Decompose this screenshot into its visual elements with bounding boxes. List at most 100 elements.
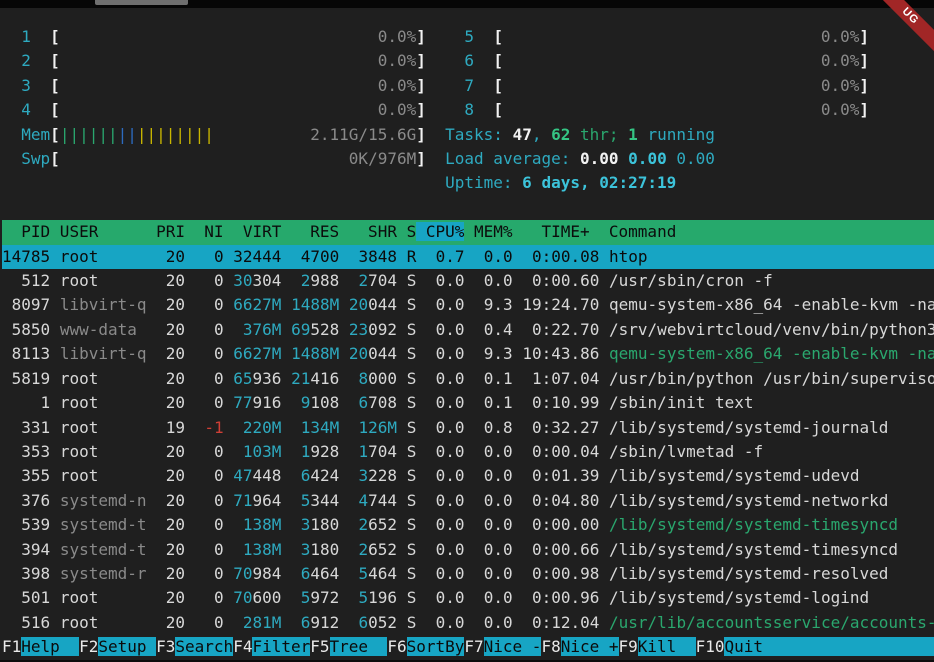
cpu-percent-cell: 0.0 — [426, 442, 465, 461]
header-line-5: Mem[|||||||||||||||| 2.11G/15.6G] Tasks:… — [2, 123, 934, 147]
process-row[interactable]: 376 systemd-n 20 0 71964 5344 4744 S 0.0… — [2, 489, 934, 513]
priority-cell: 20 — [156, 320, 185, 339]
column-header-cpu[interactable]: CPU% — [416, 222, 464, 241]
column-header-res[interactable]: RES — [281, 222, 339, 241]
mem-value-rest: 916 — [253, 393, 282, 412]
column-header-s[interactable]: S — [397, 222, 416, 241]
user-cell: systemd-t — [60, 515, 147, 534]
cpu-meter-1: 1 [ 0.0%] — [2, 27, 426, 46]
mem-value-prefix: 69 — [291, 320, 310, 339]
mem-value-prefix: 2 — [291, 271, 310, 290]
fkey-f9-kill[interactable]: F9Kill — [619, 637, 696, 656]
time-cell: 0:01.39 — [522, 466, 599, 485]
mem-value: 126M — [349, 418, 397, 437]
mem-value-rest: 344 — [310, 491, 339, 510]
cpu-percent-cell: 0.0 — [426, 613, 465, 632]
process-row[interactable]: 8097 libvirt-q 20 0 6627M 1488M 20044 S … — [2, 293, 934, 317]
column-header-pri[interactable]: PRI — [147, 222, 186, 241]
drag-handle[interactable] — [95, 0, 188, 5]
fkey-f4-filter[interactable]: F4Filter — [233, 637, 310, 656]
process-row[interactable]: 5850 www-data 20 0 376M 69528 23092 S 0.… — [2, 318, 934, 342]
process-row[interactable]: 355 root 20 0 47448 6424 3228 S 0.0 0.0 … — [2, 464, 934, 488]
mem-value-prefix: 3 — [349, 247, 368, 266]
process-row[interactable]: 5819 root 20 0 65936 21416 8000 S 0.0 0.… — [2, 367, 934, 391]
column-header-pid[interactable]: PID — [2, 222, 50, 241]
time-cell: 0:22.70 — [522, 320, 599, 339]
fkey-key-label: F8 — [541, 637, 560, 656]
column-header-virt[interactable]: VIRT — [224, 222, 282, 241]
mem-value: 1488M — [291, 344, 339, 363]
column-header-shr[interactable]: SHR — [339, 222, 397, 241]
command-cell: /lib/systemd/systemd-resolved — [609, 564, 934, 583]
command-cell: /lib/systemd/systemd-timesyncd — [609, 540, 934, 559]
meter-close-bracket: ] — [416, 76, 426, 95]
cpu-percent-cell: 0.0 — [426, 320, 465, 339]
mem-value-rest: 304 — [253, 271, 282, 290]
fkey-f2-setup[interactable]: F2Setup — [79, 637, 156, 656]
state-cell: S — [407, 540, 417, 559]
fkey-f5-tree[interactable]: F5Tree — [310, 637, 387, 656]
meter-open-bracket: [ — [50, 100, 60, 119]
cpu-percent-cell: 0.7 — [426, 247, 465, 266]
nice-cell: 0 — [195, 588, 224, 607]
column-header-cmd[interactable]: Command — [599, 222, 934, 241]
pid-cell: 8097 — [2, 295, 50, 314]
fkey-f7-nice[interactable]: F7Nice - — [464, 637, 541, 656]
fkey-action-label: Filter — [252, 637, 310, 656]
priority-cell: 20 — [156, 369, 185, 388]
nice-cell: 0 — [195, 369, 224, 388]
mem-value-prefix: 71 — [233, 491, 252, 510]
process-row[interactable]: 516 root 20 0 281M 6912 6052 S 0.0 0.0 0… — [2, 611, 934, 635]
mem-value-prefix: 6 — [291, 564, 310, 583]
process-row[interactable]: 353 root 20 0 103M 1928 1704 S 0.0 0.0 0… — [2, 440, 934, 464]
fkey-f6-sortby[interactable]: F6SortBy — [387, 637, 464, 656]
process-row[interactable]: 1 root 20 0 77916 9108 6708 S 0.0 0.1 0:… — [2, 391, 934, 415]
time-cell: 0:00.60 — [522, 271, 599, 290]
column-header-ni[interactable]: NI — [185, 222, 224, 241]
mem-value-prefix: 1 — [349, 442, 368, 461]
cpu-percent-cell: 0.0 — [426, 540, 465, 559]
meter-open-bracket: [ — [50, 125, 60, 144]
process-row[interactable]: 8113 libvirt-q 20 0 6627M 1488M 20044 S … — [2, 342, 934, 366]
mem-value-rest: 928 — [310, 442, 339, 461]
priority-cell: 20 — [156, 466, 185, 485]
process-row[interactable]: 331 root 19 -1 220M 134M 126M S 0.0 0.8 … — [2, 416, 934, 440]
time-cell: 0:00.96 — [522, 588, 599, 607]
swp-meter-label: Swp — [21, 149, 50, 168]
cpu-meter-2: 2 [ 0.0%] — [2, 51, 426, 70]
state-cell: S — [407, 418, 417, 437]
column-header-user[interactable]: USER — [50, 222, 146, 241]
mem-value-prefix: 70 — [233, 588, 252, 607]
fkey-f3-search[interactable]: F3Search — [156, 637, 233, 656]
process-row[interactable]: 539 systemd-t 20 0 138M 3180 2652 S 0.0 … — [2, 513, 934, 537]
fkey-f8-nice[interactable]: F8Nice + — [541, 637, 618, 656]
column-header-mem[interactable]: MEM% — [464, 222, 512, 241]
fkey-f1-help[interactable]: F1Help — [2, 637, 79, 656]
priority-cell: 19 — [156, 418, 185, 437]
command-cell: /lib/systemd/systemd-udevd — [609, 466, 934, 485]
user-cell: root — [60, 418, 147, 437]
meter-open-bracket: [ — [50, 27, 60, 46]
mem-value-rest: 424 — [310, 466, 339, 485]
column-header-time[interactable]: TIME+ — [513, 222, 600, 241]
process-row[interactable]: 512 root 20 0 30304 2988 2704 S 0.0 0.0 … — [2, 269, 934, 293]
cpu-meter-3: 3 [ 0.0%] — [2, 76, 426, 95]
process-row[interactable]: 14785 root 20 0 32444 4700 3848 R 0.7 0.… — [2, 245, 934, 269]
mem-value-rest: 092 — [368, 320, 397, 339]
mem-value-prefix: 2 — [349, 271, 368, 290]
process-row[interactable]: 394 systemd-t 20 0 138M 3180 2652 S 0.0 … — [2, 538, 934, 562]
nice-cell: 0 — [195, 564, 224, 583]
cpu-percent-cell: 0.0 — [426, 271, 465, 290]
process-row[interactable]: 398 systemd-r 20 0 70984 6464 5464 S 0.0… — [2, 562, 934, 586]
nice-cell: 0 — [195, 271, 224, 290]
cpu-percent-cell: 0.0 — [426, 344, 465, 363]
fkey-f10-quit[interactable]: F10Quit — [696, 637, 934, 656]
meter-close-bracket: ] — [416, 149, 426, 168]
state-cell: S — [407, 564, 417, 583]
user-cell: root — [60, 613, 147, 632]
pid-cell: 5850 — [2, 320, 50, 339]
process-row[interactable]: 501 root 20 0 70600 5972 5196 S 0.0 0.0 … — [2, 586, 934, 610]
mem-value-rest: 444 — [253, 247, 282, 266]
time-cell: 19:24.70 — [522, 295, 599, 314]
user-cell: systemd-n — [60, 491, 147, 510]
